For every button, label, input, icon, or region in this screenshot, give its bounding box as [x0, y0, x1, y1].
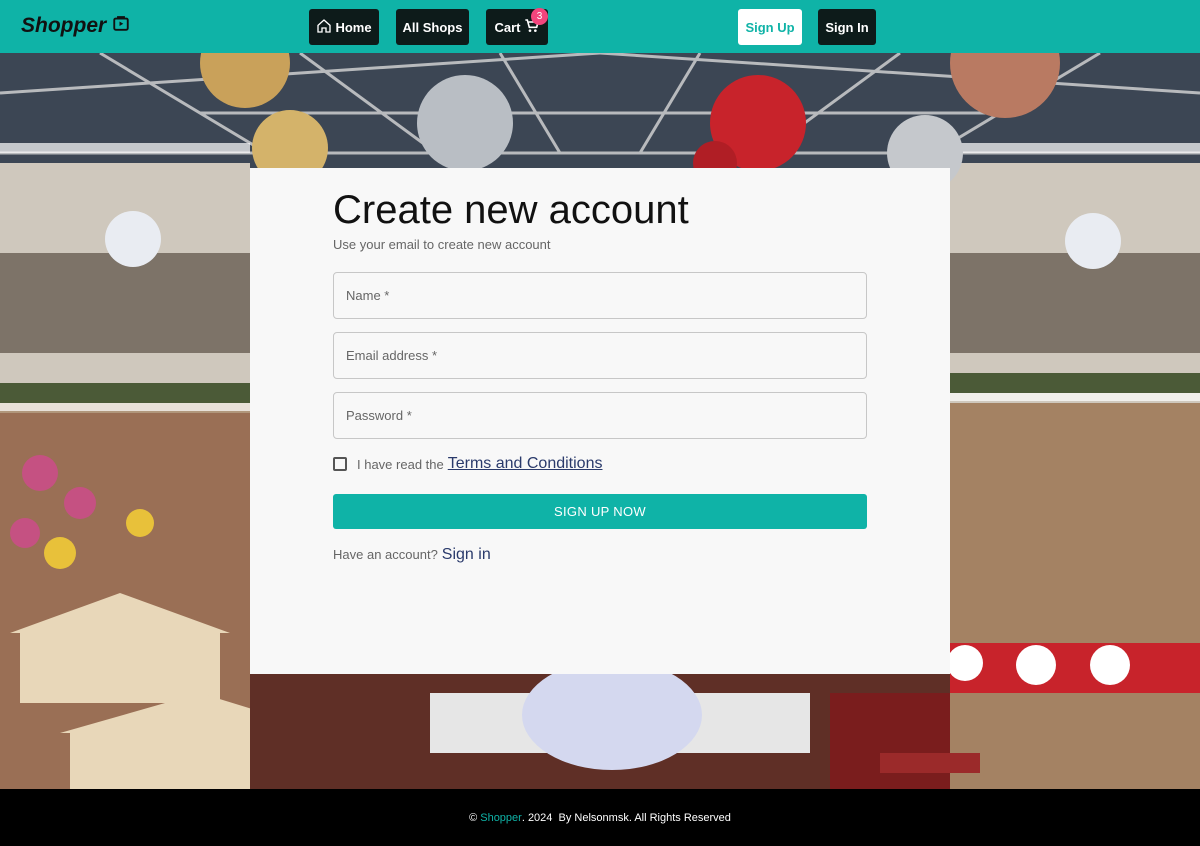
top-navbar: Shopper Home All Shops Cart 3 Sign Up Si… [0, 0, 1200, 53]
signup-card: Create new account Use your email to cre… [250, 168, 950, 674]
cart-count-badge: 3 [531, 8, 548, 25]
footer: © Shopper. 2024 By Nelsonmsk. All Rights… [0, 789, 1200, 846]
copyright-symbol: © [469, 811, 478, 824]
sign-up-button[interactable]: Sign Up [738, 9, 802, 45]
cart-label: Cart [494, 19, 521, 35]
email-field-container [333, 332, 867, 379]
home-icon [316, 18, 332, 37]
sign-in-button[interactable]: Sign In [818, 9, 876, 45]
all-shops-button[interactable]: All Shops [396, 9, 469, 45]
home-button[interactable]: Home [309, 9, 379, 45]
password-input[interactable] [346, 408, 866, 423]
sign-in-link[interactable]: Sign in [442, 546, 491, 564]
terms-label: I have read the [357, 456, 444, 472]
footer-brand-link[interactable]: Shopper [480, 812, 522, 824]
footer-copyright-text: . 2024 By Nelsonmsk. All Rights Reserved [521, 811, 731, 824]
terms-row: I have read the Terms and Conditions [333, 453, 602, 475]
sign-in-label: Sign In [825, 19, 869, 35]
logo[interactable]: Shopper [21, 13, 130, 39]
have-account-text: Have an account? [333, 547, 438, 562]
terms-link[interactable]: Terms and Conditions [448, 455, 603, 473]
shopping-bag-icon [112, 14, 130, 38]
sign-up-now-button[interactable]: SIGN UP NOW [333, 494, 867, 529]
home-label: Home [335, 19, 372, 35]
cart-button[interactable]: Cart 3 [486, 8, 548, 45]
terms-checkbox[interactable] [333, 457, 347, 471]
have-account-row: Have an account? Sign in [333, 546, 491, 564]
logo-text: Shopper [21, 14, 107, 37]
page-subtitle: Use your email to create new account [333, 237, 551, 252]
name-field-container [333, 272, 867, 319]
page-title: Create new account [333, 188, 689, 232]
sign-up-label: Sign Up [745, 19, 795, 35]
all-shops-label: All Shops [402, 19, 463, 35]
email-input[interactable] [346, 348, 866, 363]
name-input[interactable] [346, 288, 866, 303]
password-field-container [333, 392, 867, 439]
sign-up-now-label: SIGN UP NOW [554, 504, 646, 519]
